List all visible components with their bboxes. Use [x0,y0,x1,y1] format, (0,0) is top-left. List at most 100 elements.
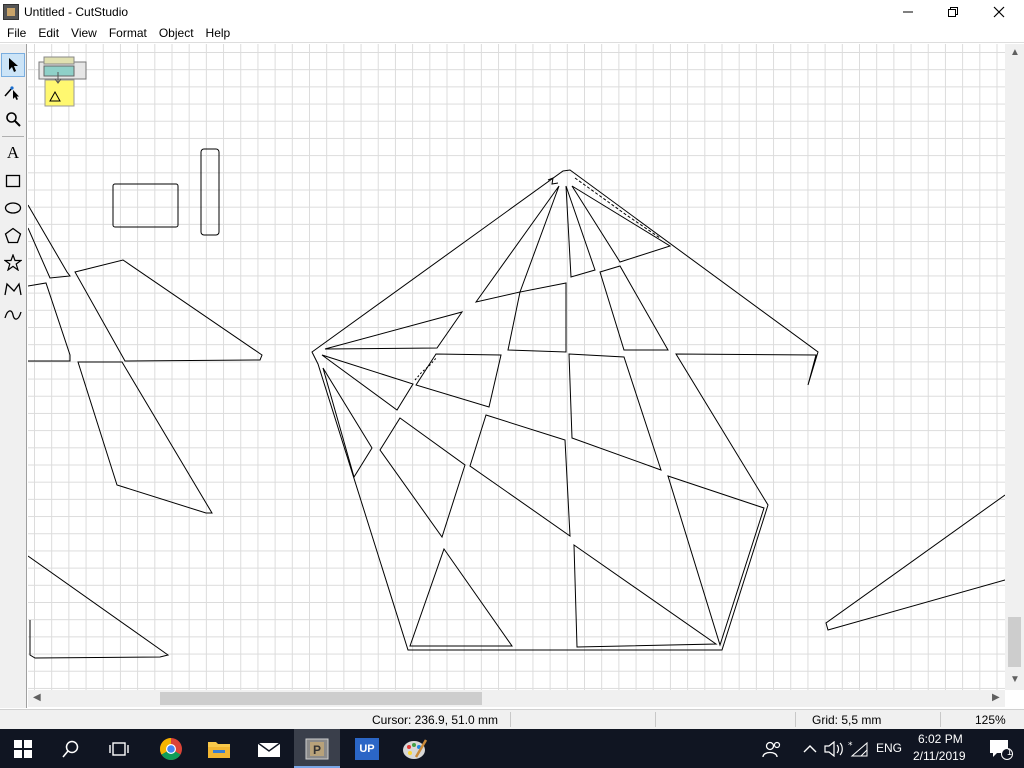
close-button[interactable] [976,0,1022,23]
big-pentagon-outline [311,169,819,651]
restore-button[interactable] [930,0,976,23]
close-icon [993,6,1005,17]
network-button[interactable]: * [846,729,870,768]
minimize-button[interactable] [885,0,931,23]
start-button[interactable] [0,729,46,768]
window-title: Untitled - CutStudio [24,4,129,19]
cutstudio-icon: P [305,738,329,759]
vertical-scroll-thumb[interactable] [1008,617,1021,667]
people-icon [762,741,781,757]
horizontal-scroll-thumb[interactable] [160,692,482,705]
clock-time[interactable]: 6:02 PM [918,732,963,746]
task-view-button[interactable] [96,729,142,768]
paint-app[interactable] [392,729,438,768]
folder-icon [208,741,230,758]
scroll-right-arrow-icon[interactable]: ▶ [992,692,1000,703]
arrow-pointer-icon [9,58,18,72]
zoom-level: 125% [975,713,1006,727]
people-button[interactable] [752,729,792,768]
up-app-label: UP [359,742,375,755]
rectangle-tool[interactable] [1,169,25,193]
node-edit-tool[interactable] [1,80,25,104]
star-icon [4,253,22,271]
node-edit-icon [4,86,19,100]
mail-app[interactable] [246,729,292,768]
piece-i [599,265,669,351]
taskbar: P UP * ENG 6:02 PM 2/11/2019 1 [0,729,1024,768]
piece-o [573,544,718,648]
text-tool[interactable]: A [1,141,25,165]
up-app[interactable]: UP [344,729,390,768]
grid-size: Grid: 5,5 mm [812,713,882,727]
mail-icon [257,741,281,757]
file-explorer-app[interactable] [196,729,242,768]
pentagon-icon [4,227,22,243]
select-tool[interactable] [1,53,25,77]
menu-edit[interactable]: Edit [33,26,64,40]
left-piece-3 [74,259,263,362]
scroll-down-arrow-icon[interactable]: ▼ [1010,674,1020,685]
status-bar: Cursor: 236.9, 51.0 mm Grid: 5,5 mm 125% [0,709,1024,729]
piece-m [667,475,765,647]
task-view-icon [109,741,129,756]
cutstudio-app[interactable]: P [294,729,340,768]
chevron-up-icon [803,744,817,752]
menu-format[interactable]: Format [104,26,152,40]
curve-tool[interactable] [1,303,25,327]
wifi-icon: * [848,741,868,756]
star-tool[interactable] [1,250,25,274]
text-a-icon: A [6,143,20,162]
zoom-tool[interactable] [1,107,25,131]
magnifier-icon [6,112,21,127]
search-button[interactable] [48,729,94,768]
palette-icon [403,738,428,759]
piece-a [324,311,464,350]
title-bar: Untitled - CutStudio [0,0,1024,23]
show-hidden-icons-button[interactable] [798,729,822,768]
menu-bar: File Edit View Format Object Help [0,23,1024,43]
horizontal-scrollbar[interactable]: ◀ ▶ [28,690,1005,707]
chrome-icon [160,737,182,760]
polyline-tool[interactable] [1,277,25,301]
restore-icon [948,6,958,17]
ellipse-icon [4,202,22,214]
polygon-tool[interactable] [1,223,25,247]
rectangle-icon [5,174,21,188]
menu-object[interactable]: Object [154,26,199,40]
speaker-icon [824,740,843,757]
search-icon [62,740,79,758]
menu-view[interactable]: View [66,26,102,40]
status-divider [795,712,796,727]
cutter-machine-icon [38,56,87,107]
right-long-triangle [825,494,1005,631]
piece-b [321,354,414,411]
menu-help[interactable]: Help [201,26,236,40]
left-piece-5 [28,555,170,659]
ellipse-tool[interactable] [1,196,25,220]
windows-logo-icon [14,739,32,758]
language-indicator[interactable]: ENG [876,741,902,755]
polyline-icon [4,282,22,296]
chrome-app[interactable] [148,729,194,768]
vertical-scrollbar[interactable]: ▲ ▼ [1005,44,1024,690]
scroll-up-arrow-icon[interactable]: ▲ [1010,47,1020,58]
clock-date[interactable]: 2/11/2019 [913,749,966,763]
drawing-canvas[interactable] [28,44,1005,690]
scroll-left-arrow-icon[interactable]: ◀ [33,692,41,703]
piece-n [409,547,513,647]
curve-icon [4,310,22,320]
piece-f [507,282,567,353]
notification-count-badge: 1 [1007,747,1013,757]
piece-k [379,417,466,539]
toolbox-divider [2,136,24,137]
piece-h [571,185,672,263]
status-divider [510,712,511,727]
menu-file[interactable]: File [2,26,31,40]
action-center-button[interactable]: 1 [978,729,1024,768]
small-rectangle-shape [112,183,179,228]
cutstudio-app-icon [3,3,19,20]
canvas-drawing [28,56,1005,659]
status-divider [655,712,656,727]
status-divider [940,712,941,727]
volume-button[interactable] [822,729,846,768]
